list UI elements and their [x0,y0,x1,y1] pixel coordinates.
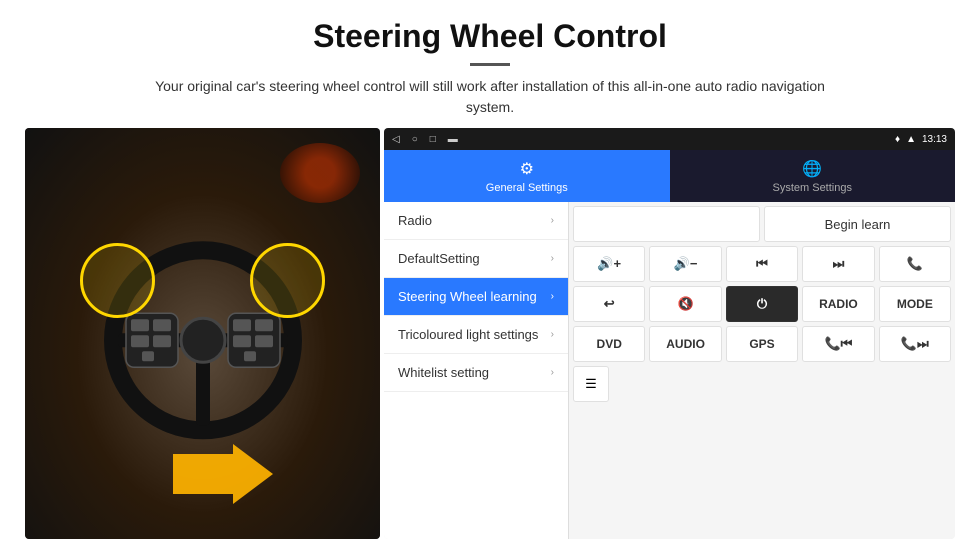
highlight-left-circle [80,243,155,318]
phone-prev-icon: 📞⏮ [824,336,852,352]
nav-back-btn[interactable]: ◁ [392,134,400,145]
back-button[interactable]: ↩ [573,286,645,322]
chevron-icon: › [551,329,554,340]
content-area: ◁ ○ □ ▬ ♦ ▲ 13:13 ⚙ General Settings [0,128,980,549]
volume-down-button[interactable]: 🔊− [649,246,721,282]
subtitle-text: Your original car's steering wheel contr… [140,76,840,118]
prev-track-button[interactable]: ⏮ [726,246,798,282]
mute-button[interactable]: 🔇 [649,286,721,322]
android-panel: ◁ ○ □ ▬ ♦ ▲ 13:13 ⚙ General Settings [384,128,955,539]
volume-down-icon: 🔊− [674,256,698,272]
menu-item-steering-wheel[interactable]: Steering Wheel learning › [384,278,568,316]
phone-icon: 📞 [907,256,923,272]
radio-button[interactable]: RADIO [802,286,874,322]
chevron-icon: › [551,291,554,302]
phone-next-icon: 📞⏭ [901,336,929,352]
btn-row-2: 🔊+ 🔊− ⏮ ⏭ 📞 [573,246,951,282]
signal-icon: ▲ [906,134,916,145]
mode-button[interactable]: MODE [879,286,951,322]
btn-row-5: ☰ [573,366,951,402]
general-settings-icon: ⚙ [520,159,534,179]
menu-item-tricoloured[interactable]: Tricoloured light settings › [384,316,568,354]
nav-home-btn[interactable]: ○ [412,134,418,145]
gps-label: GPS [749,337,774,351]
system-settings-icon: 🌐 [802,159,822,179]
page-title: Steering Wheel Control [40,18,940,55]
menu-steering-label: Steering Wheel learning [398,289,537,304]
empty-box [573,206,760,242]
radio-label: RADIO [819,297,858,311]
dvd-button[interactable]: DVD [573,326,645,362]
phone-next-button[interactable]: 📞⏭ [879,326,951,362]
menu-item-radio[interactable]: Radio › [384,202,568,240]
tab-general-label: General Settings [486,182,568,194]
begin-learn-button[interactable]: Begin learn [764,206,951,242]
gps-icon: ♦ [895,134,900,145]
title-divider [470,63,510,66]
phone-button[interactable]: 📞 [879,246,951,282]
nav-recent-btn[interactable]: □ [430,134,436,145]
power-icon: ⏻ [757,296,767,312]
android-main: Radio › DefaultSetting › Steering Wheel … [384,202,955,539]
chevron-icon: › [551,215,554,226]
status-right: ♦ ▲ 13:13 [895,134,947,145]
queue-button[interactable]: ☰ [573,366,609,402]
page-wrapper: Steering Wheel Control Your original car… [0,0,980,549]
menu-tricoloured-label: Tricoloured light settings [398,327,538,342]
chevron-icon: › [551,253,554,264]
menu-item-whitelist[interactable]: Whitelist setting › [384,354,568,392]
car-image-panel [25,128,380,539]
dashboard-glow [280,143,360,203]
menu-default-label: DefaultSetting [398,251,480,266]
chevron-icon: › [551,367,554,378]
mute-icon: 🔇 [678,296,694,312]
clock-display: 13:13 [922,134,947,145]
back-icon: ↩ [604,296,615,312]
queue-icon: ☰ [585,376,597,392]
menu-radio-label: Radio [398,213,432,228]
menu-item-default-setting[interactable]: DefaultSetting › [384,240,568,278]
gps-button[interactable]: GPS [726,326,798,362]
btn-row-4: DVD AUDIO GPS 📞⏮ 📞⏭ [573,326,951,362]
highlight-right-circle [250,243,325,318]
audio-label: AUDIO [666,337,705,351]
nav-cast-btn[interactable]: ▬ [448,134,458,145]
next-track-button[interactable]: ⏭ [802,246,874,282]
volume-up-button[interactable]: 🔊+ [573,246,645,282]
btn-row-1: Begin learn [573,206,951,242]
phone-prev-button[interactable]: 📞⏮ [802,326,874,362]
volume-up-icon: 🔊+ [597,256,621,272]
tab-bar: ⚙ General Settings 🌐 System Settings [384,150,955,202]
left-menu: Radio › DefaultSetting › Steering Wheel … [384,202,569,539]
arrow-overlay [173,444,273,509]
prev-track-icon: ⏮ [756,256,768,272]
tab-system-label: System Settings [773,182,852,194]
dvd-label: DVD [597,337,622,351]
right-panel: Begin learn 🔊+ 🔊− ⏮ [569,202,955,539]
header-section: Steering Wheel Control Your original car… [0,0,980,128]
tab-general-settings[interactable]: ⚙ General Settings [384,150,670,202]
tab-system-settings[interactable]: 🌐 System Settings [670,150,956,202]
menu-whitelist-label: Whitelist setting [398,365,489,380]
power-button[interactable]: ⏻ [726,286,798,322]
audio-button[interactable]: AUDIO [649,326,721,362]
status-bar: ◁ ○ □ ▬ ♦ ▲ 13:13 [384,128,955,150]
next-track-icon: ⏭ [833,256,845,272]
btn-row-3: ↩ 🔇 ⏻ RADIO MODE [573,286,951,322]
status-nav: ◁ ○ □ ▬ [392,134,458,145]
mode-label: MODE [897,297,933,311]
